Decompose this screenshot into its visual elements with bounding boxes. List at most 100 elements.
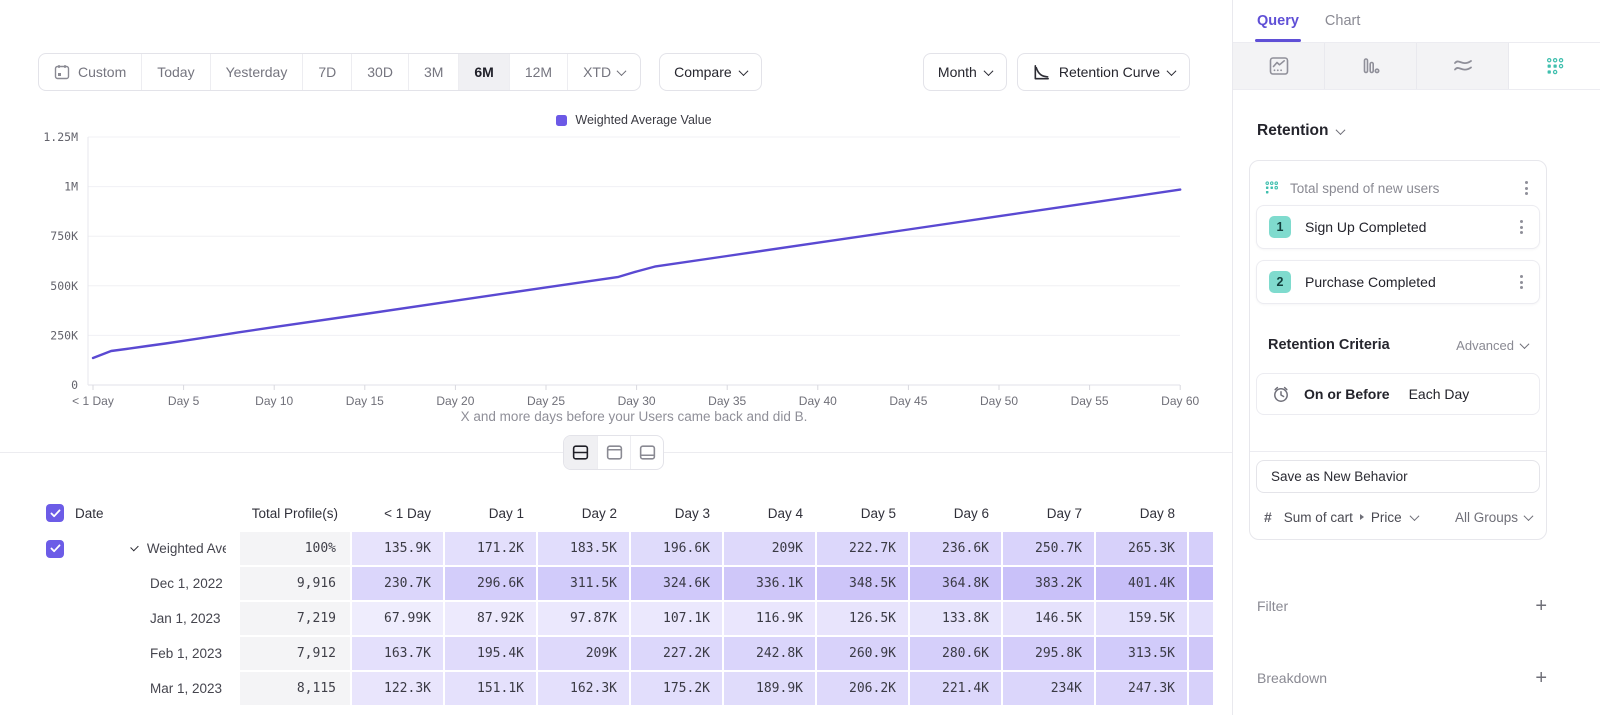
retention-value-cell: 260.9K xyxy=(817,637,908,670)
report-type-switcher xyxy=(1233,42,1600,90)
tab-query[interactable]: Query xyxy=(1257,0,1299,42)
retention-value-cell: 146.5K xyxy=(1003,602,1094,635)
retention-report-tab[interactable] xyxy=(1509,43,1600,89)
groups-label: All Groups xyxy=(1455,510,1518,525)
range-30d[interactable]: 30D xyxy=(351,54,408,90)
insights-report-tab[interactable] xyxy=(1233,43,1325,89)
range-custom[interactable]: Custom xyxy=(39,54,141,90)
granularity-label: Month xyxy=(938,64,977,80)
range-label: Custom xyxy=(78,64,126,80)
retention-value-cell: 348.5K xyxy=(817,567,908,600)
svg-text:1M: 1M xyxy=(64,180,78,194)
sidebar-tabs: Query Chart xyxy=(1233,0,1600,42)
range-3m[interactable]: 3M xyxy=(408,54,458,90)
column-header: Day 8 xyxy=(1096,497,1187,529)
groups-dropdown[interactable]: All Groups xyxy=(1455,510,1532,525)
chevron-down-icon xyxy=(1520,339,1530,349)
criteria-mode-dropdown[interactable]: Advanced xyxy=(1456,338,1528,353)
table-view-toggle[interactable] xyxy=(630,436,663,469)
retention-value-cell: 116.9K xyxy=(724,602,815,635)
total-profiles-cell: 8,115 xyxy=(240,672,350,705)
retention-value-cell: 196.6K xyxy=(631,532,722,565)
chart-view-toggle[interactable] xyxy=(597,436,630,469)
date-range-control: Custom Today Yesterday 7D 30D 3M 6M12M XTD xyxy=(38,53,641,91)
metric-property-label[interactable]: Price xyxy=(1371,510,1402,525)
svg-text:Day 5: Day 5 xyxy=(168,394,200,408)
svg-text:Day 45: Day 45 xyxy=(889,394,927,408)
range-12m[interactable]: 12M xyxy=(509,54,567,90)
table-header-row: DateTotal Profile(s)< 1 DayDay 1Day 2Day… xyxy=(0,497,1232,529)
metric-event-label[interactable]: Sum of cart xyxy=(1284,510,1353,525)
kebab-menu-icon[interactable] xyxy=(1516,216,1527,238)
kebab-menu-icon[interactable] xyxy=(1516,271,1527,293)
range-label: 3M xyxy=(424,64,443,80)
chart-type-button[interactable]: Retention Curve xyxy=(1017,53,1190,91)
number-property-icon: # xyxy=(1264,509,1272,525)
tab-query-label: Query xyxy=(1257,13,1299,29)
range-label: 30D xyxy=(367,64,393,80)
retention-value-cell: 151.1K xyxy=(445,672,536,705)
partial-value-cell xyxy=(1189,532,1213,565)
partial-value-cell xyxy=(1189,672,1213,705)
range-6m[interactable]: 6M xyxy=(458,54,508,90)
table-row: Dec 1, 20229,916230.7K296.6K311.5K324.6K… xyxy=(0,567,1232,600)
retention-value-cell: 206.2K xyxy=(817,672,908,705)
retention-value-cell: 295.8K xyxy=(1003,637,1094,670)
svg-text:Day 30: Day 30 xyxy=(618,394,656,408)
kebab-menu-icon[interactable] xyxy=(1521,177,1532,199)
criteria-condition: On or Before xyxy=(1304,386,1390,402)
column-header: < 1 Day xyxy=(352,497,443,529)
save-as-new-behavior-button[interactable]: Save as New Behavior xyxy=(1256,460,1540,493)
range-yesterday[interactable]: Yesterday xyxy=(210,54,303,90)
svg-text:500K: 500K xyxy=(50,279,78,293)
svg-text:Day 10: Day 10 xyxy=(255,394,293,408)
partial-value-cell xyxy=(1189,602,1213,635)
select-all-checkbox[interactable] xyxy=(46,504,64,522)
chevron-down-icon[interactable] xyxy=(130,543,138,551)
retention-value-cell: 296.6K xyxy=(445,567,536,600)
total-profiles-cell: 9,916 xyxy=(240,567,350,600)
compare-button[interactable]: Compare xyxy=(659,53,762,91)
chart-toolbar: Custom Today Yesterday 7D 30D 3M 6M12M XTD Comp… xyxy=(38,53,1190,91)
range-7d[interactable]: 7D xyxy=(302,54,351,90)
retention-value-cell: 221.4K xyxy=(910,672,1001,705)
range-label: Yesterday xyxy=(226,64,288,80)
range-today[interactable]: Today xyxy=(141,54,209,90)
criteria-mode-label: Advanced xyxy=(1456,338,1514,353)
tab-chart[interactable]: Chart xyxy=(1325,0,1360,42)
behavior-header: Total spend of new users xyxy=(1250,171,1546,205)
criteria-card[interactable]: On or Before Each Day xyxy=(1256,373,1540,415)
split-view-icon xyxy=(571,444,590,461)
retention-value-cell: 126.5K xyxy=(817,602,908,635)
behavior-step[interactable]: 1Sign Up Completed xyxy=(1256,205,1540,249)
chart-caption: X and more days before your Users came b… xyxy=(88,409,1180,424)
retention-value-cell: 171.2K xyxy=(445,532,536,565)
retention-value-cell: 189.9K xyxy=(724,672,815,705)
range-label: XTD xyxy=(583,64,611,80)
row-checkbox[interactable] xyxy=(46,540,64,558)
criteria-window: Each Day xyxy=(1409,386,1470,402)
flows-report-tab[interactable] xyxy=(1417,43,1509,89)
flows-icon xyxy=(1452,55,1474,77)
retention-value-cell: 133.8K xyxy=(910,602,1001,635)
retention-icon xyxy=(1264,180,1280,196)
filter-label: Filter xyxy=(1257,598,1288,614)
behavior-step[interactable]: 2Purchase Completed xyxy=(1256,260,1540,304)
retention-value-cell: 107.1K xyxy=(631,602,722,635)
split-view-toggle[interactable] xyxy=(564,436,597,469)
row-label: Mar 1, 2023 xyxy=(150,681,222,696)
add-filter-button[interactable]: + xyxy=(1535,596,1547,616)
add-breakdown-button[interactable]: + xyxy=(1535,668,1547,688)
criteria-heading: Retention Criteria xyxy=(1268,337,1390,353)
report-section-dropdown[interactable]: Retention xyxy=(1257,122,1344,140)
chevron-down-icon xyxy=(983,66,993,76)
retention-value-cell: 227.2K xyxy=(631,637,722,670)
calendar-icon xyxy=(54,64,70,80)
compare-label: Compare xyxy=(674,64,732,80)
funnels-report-tab[interactable] xyxy=(1325,43,1417,89)
granularity-button[interactable]: Month xyxy=(923,53,1007,91)
svg-text:750K: 750K xyxy=(50,229,78,243)
retention-value-cell: 230.7K xyxy=(352,567,443,600)
step-number-badge: 2 xyxy=(1269,271,1291,293)
range-xtd[interactable]: XTD xyxy=(567,54,640,90)
